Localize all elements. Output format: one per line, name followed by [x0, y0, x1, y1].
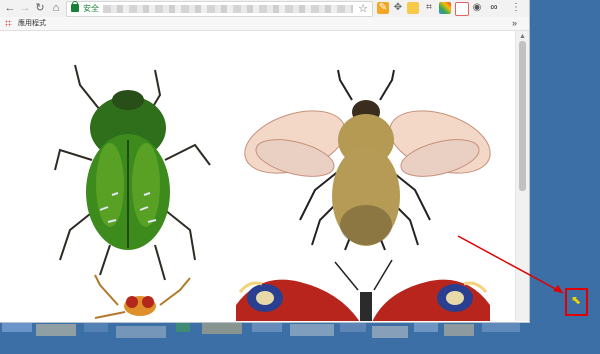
url-text-blurred — [103, 5, 353, 13]
scroll-up-icon[interactable]: ▲ — [519, 33, 526, 40]
lock-icon — [71, 1, 79, 12]
apps-grid-icon[interactable] — [5, 20, 12, 27]
move-icon[interactable]: ✥ — [392, 2, 404, 14]
apps-label[interactable]: 應用程式 — [18, 18, 46, 29]
pen-icon[interactable]: ✎ — [377, 2, 389, 14]
home-icon[interactable]: ⌂ — [49, 1, 63, 15]
eyedropper-icon[interactable] — [407, 2, 419, 14]
calendar-icon[interactable] — [455, 2, 469, 16]
cursor-icon: ⬉ — [571, 293, 582, 307]
bookmarks-bar: 應用程式 » — [0, 17, 529, 31]
page-content — [0, 31, 515, 321]
address-bar[interactable]: 安全 ☆ — [66, 1, 373, 17]
forward-icon[interactable]: → — [18, 1, 32, 15]
browser-toolbar: ← → ↻ ⌂ 安全 ☆ ✎ ✥ ⌗ ◉ ∞ ⋮ — [0, 0, 529, 18]
eyes-icon[interactable]: ∞ — [488, 2, 500, 14]
reload-icon[interactable]: ↻ — [33, 1, 47, 15]
bookmark-star-icon[interactable]: ☆ — [358, 2, 368, 16]
crop-icon[interactable]: ⌗ — [423, 2, 435, 14]
back-icon[interactable]: ← — [3, 1, 17, 15]
scroll-thumb[interactable] — [519, 41, 526, 191]
highlight-box: ⬉ — [565, 288, 588, 316]
camera-icon[interactable]: ◉ — [471, 2, 483, 14]
vertical-scrollbar[interactable]: ▲ — [515, 31, 529, 321]
browser-window: ← → ↻ ⌂ 安全 ☆ ✎ ✥ ⌗ ◉ ∞ ⋮ 應用程式 » ▲ — [0, 0, 530, 323]
menu-icon[interactable]: ⋮ — [510, 2, 522, 14]
taskbar-blurred — [0, 318, 600, 354]
secure-label: 安全 — [83, 4, 99, 13]
color-icon[interactable] — [439, 2, 451, 14]
peacock-butterfly-image — [236, 259, 490, 321]
bookmarks-more-icon[interactable]: » — [512, 17, 517, 29]
